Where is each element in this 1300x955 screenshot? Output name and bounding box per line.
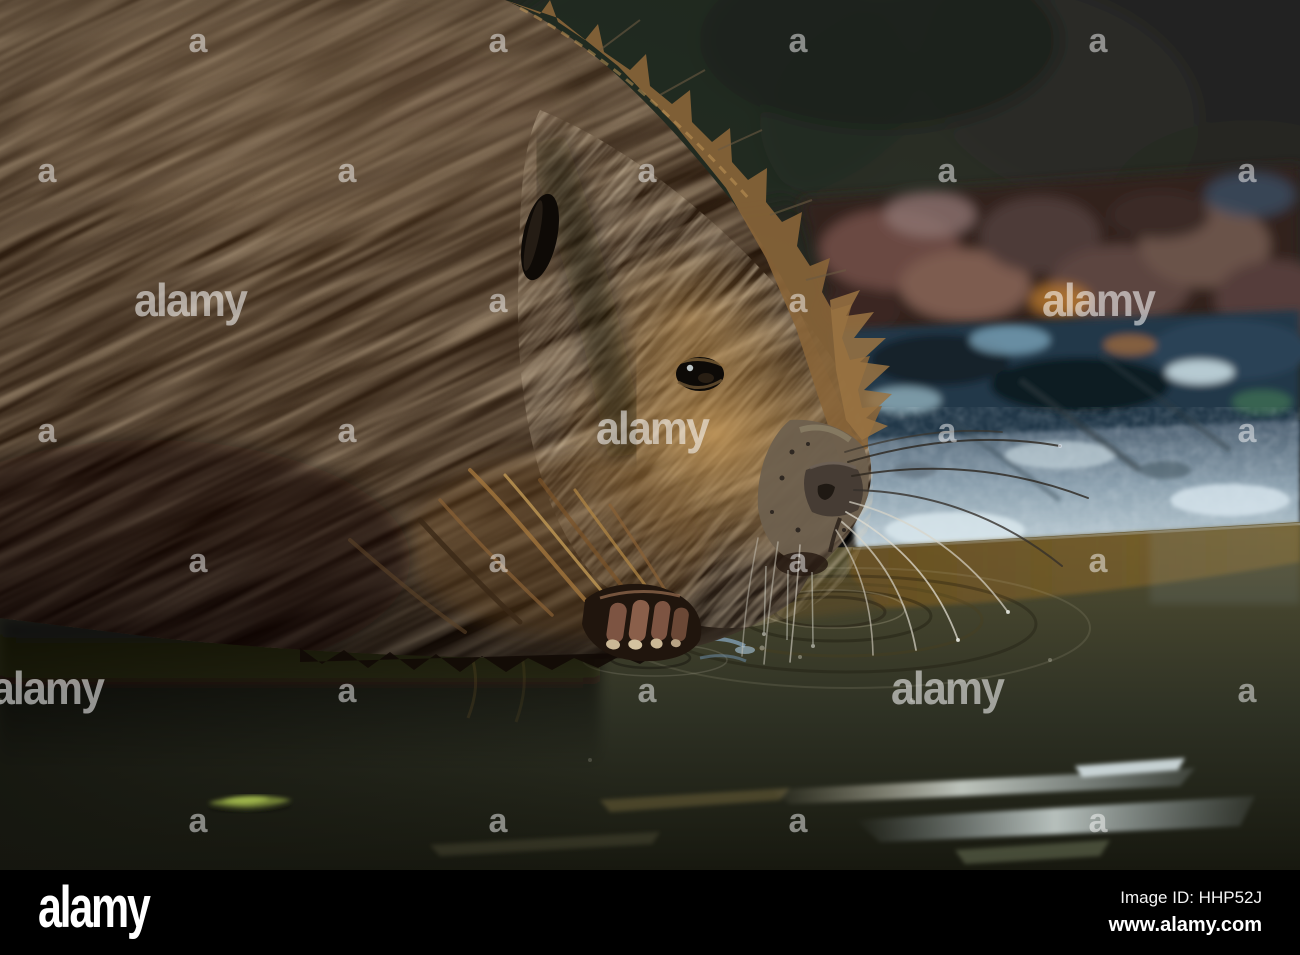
watermark-letter: a xyxy=(1238,152,1258,190)
watermark-letter: a xyxy=(189,802,209,840)
watermark-letter: a xyxy=(338,152,358,190)
watermark-letter: a xyxy=(489,282,509,320)
alamy-stock-photo-page: a a a a a a a a a a a a a a a a a a a a a a a a a a alamy alamy alam… xyxy=(0,0,1300,955)
watermark-letter: a xyxy=(789,542,809,580)
watermark-letter: a xyxy=(489,542,509,580)
image-id-text: Image ID: HHP52J xyxy=(1120,888,1262,908)
watermark-letter: a xyxy=(189,22,209,60)
watermark-letter: a xyxy=(1089,542,1109,580)
beaver-photo: a a a a a a a a a a a a a a a a a a a a a a a a a a alamy alamy alam… xyxy=(0,0,1300,870)
watermark-letter: a xyxy=(789,282,809,320)
eye-catchlight xyxy=(686,364,694,372)
watermark-letter: a xyxy=(1238,412,1258,450)
watermark-letter: a xyxy=(1238,672,1258,710)
watermark-word: alamy xyxy=(1042,274,1156,326)
watermark-letter: a xyxy=(789,22,809,60)
watermark-letter: a xyxy=(338,672,358,710)
watermark-letter: a xyxy=(938,152,958,190)
watermark-word: alamy xyxy=(596,402,710,454)
alamy-footer-bar: alamy Image ID: HHP52J www.alamy.com xyxy=(0,870,1300,955)
watermark-letter: a xyxy=(338,412,358,450)
watermark-letter: a xyxy=(938,412,958,450)
watermark-word: alamy xyxy=(891,662,1005,714)
beaver-eye xyxy=(675,357,725,391)
watermark-letter: a xyxy=(638,672,658,710)
watermark-letter: a xyxy=(38,152,58,190)
watermark-letter: a xyxy=(1089,802,1109,840)
watermark-letter: a xyxy=(489,802,509,840)
watermark-word: alamy xyxy=(134,274,248,326)
watermark-letter: a xyxy=(38,412,58,450)
alamy-url-text: www.alamy.com xyxy=(1108,913,1262,936)
watermark-letter: a xyxy=(189,542,209,580)
image-info-block: Image ID: HHP52J www.alamy.com xyxy=(1109,887,1262,937)
watermark-letter: a xyxy=(1089,22,1109,60)
alamy-logo: alamy xyxy=(38,874,151,940)
watermark-letter: a xyxy=(638,152,658,190)
watermark-word: alamy xyxy=(0,662,105,714)
watermark-letter: a xyxy=(789,802,809,840)
watermark-letter: a xyxy=(489,22,509,60)
